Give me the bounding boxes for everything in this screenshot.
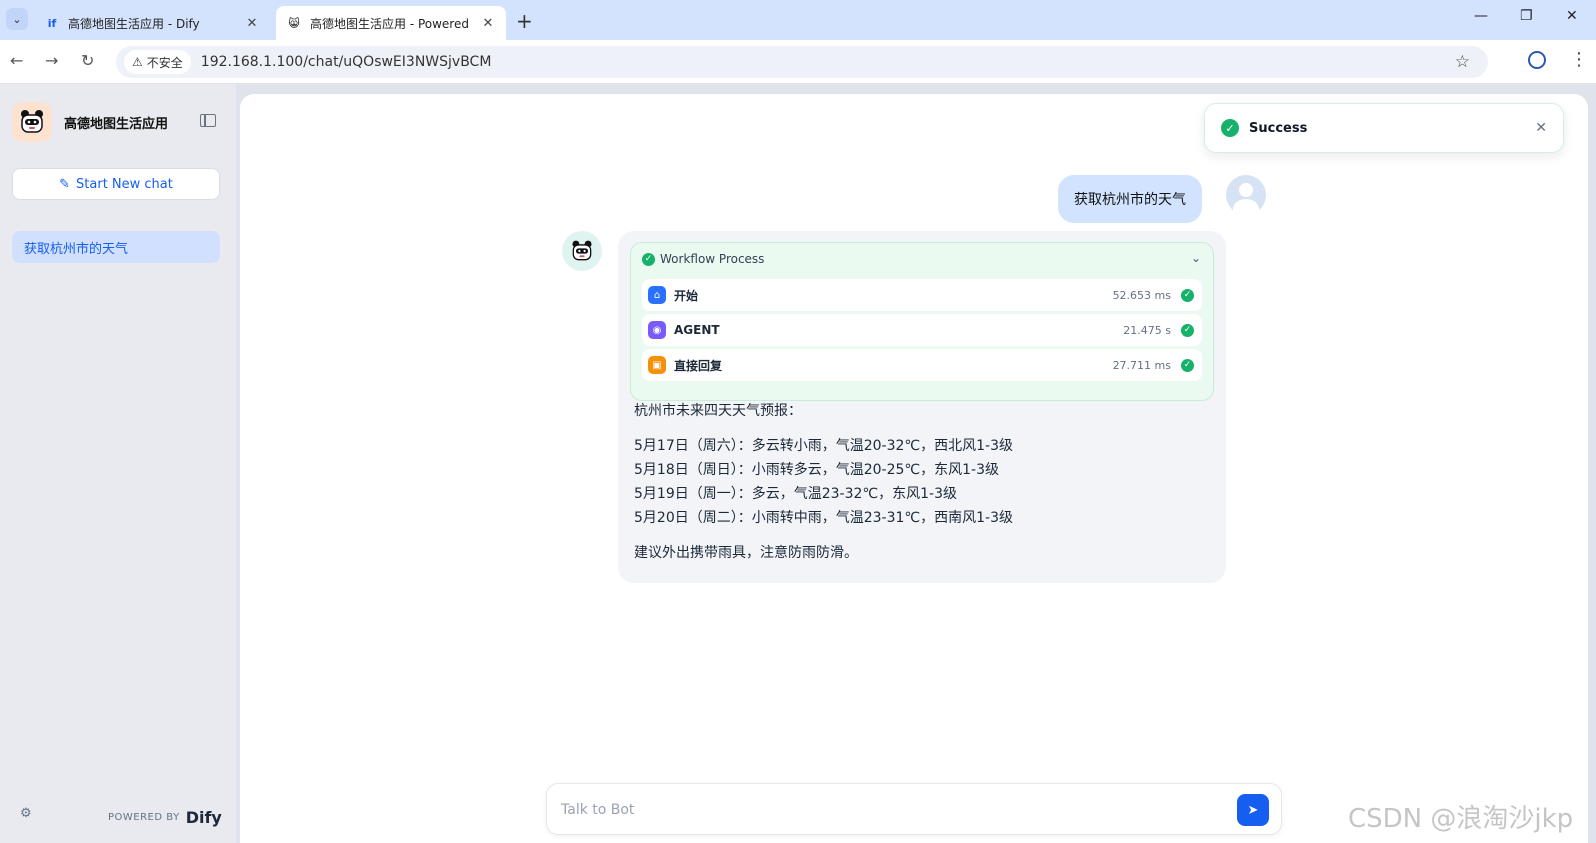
window-restore-icon[interactable]: ❐: [1520, 8, 1533, 24]
workflow-node-start[interactable]: ⌂ 开始 52.653 ms ✓: [642, 279, 1202, 311]
kebab-menu-icon[interactable]: ⋮: [1570, 49, 1588, 70]
forecast-line: 5月20日（周二）：小雨转中雨，气温23-31℃，西南风1-3级: [634, 510, 1013, 526]
watermark: CSDN @浪淘沙jkp: [1348, 804, 1574, 834]
check-circle-icon: ✓: [642, 252, 655, 266]
new-chat-label: Start New chat: [76, 176, 173, 192]
reply-icon: ▣: [648, 356, 666, 374]
tab-close-icon[interactable]: ✕: [244, 16, 260, 31]
forward-icon[interactable]: →: [45, 51, 58, 70]
window-minimize-icon[interactable]: —: [1474, 8, 1488, 24]
powered-by: POWERED BY Dify: [108, 808, 222, 827]
conversation-label: 获取杭州市的天气: [24, 241, 129, 257]
forecast-line: 5月19日（周一）：多云，气温23-32℃，东风1-3级: [634, 486, 957, 502]
conversation-item[interactable]: 获取杭州市的天气: [12, 231, 220, 263]
send-button[interactable]: ➤: [1237, 794, 1269, 826]
chat-input[interactable]: [561, 798, 1201, 822]
tab-title: 高德地图生活应用 - Powered: [310, 16, 469, 31]
robot-panda-icon: [21, 110, 43, 133]
reload-icon[interactable]: ↻: [81, 51, 94, 70]
bot-message-card: ✓ Workflow Process ⌄ ⌂ 开始 52.653 ms ✓ ◉ …: [618, 231, 1226, 583]
bot-avatar: [562, 231, 602, 271]
forecast-line: 5月18日（周日）：小雨转多云，气温20-25℃，东风1-3级: [634, 462, 999, 478]
browser-tab-dify[interactable]: if 高德地图生活应用 - Dify ✕: [34, 6, 270, 40]
workflow-title: Workflow Process: [660, 252, 765, 266]
workflow-header[interactable]: ✓ Workflow Process: [642, 252, 764, 266]
star-icon[interactable]: ☆: [1455, 52, 1470, 72]
browser-toolbar: ← → ↻ ⚠ 不安全 192.168.1.100/chat/uQOswEI3N…: [0, 40, 1596, 84]
dify-favicon-icon: if: [47, 16, 57, 30]
node-time: 21.475 s: [1123, 323, 1171, 337]
edit-icon: ✎: [59, 176, 71, 192]
chat-input-box: ➤: [546, 783, 1282, 835]
success-check-icon: ✓: [1221, 119, 1239, 137]
workflow-node-agent[interactable]: ◉ AGENT 21.475 s ✓: [642, 314, 1202, 346]
tab-search-chevron-icon[interactable]: ⌄: [6, 8, 28, 30]
bot-answer: 杭州市未来四天天气预报： 5月17日（周六）：多云转小雨，气温20-32℃，西北…: [634, 399, 1214, 565]
back-icon[interactable]: ←: [10, 51, 23, 70]
node-name: 直接回复: [674, 358, 723, 373]
node-time: 27.711 ms: [1112, 358, 1171, 372]
check-circle-icon: ✓: [1181, 358, 1194, 372]
user-avatar: [1226, 175, 1266, 215]
toast-text: Success: [1249, 120, 1308, 136]
toast-close-icon[interactable]: ✕: [1535, 120, 1547, 136]
settings-sliders-icon[interactable]: ⚙: [20, 806, 32, 821]
dify-brand-logo: Dify: [185, 808, 222, 827]
workflow-node-reply[interactable]: ▣ 直接回复 27.711 ms ✓: [642, 349, 1202, 381]
window-close-icon[interactable]: ✕: [1566, 8, 1578, 24]
success-toast: ✓ Success ✕: [1204, 103, 1564, 153]
url-text[interactable]: 192.168.1.100/chat/uQOswEI3NWSjvBCM: [201, 54, 492, 70]
home-icon: ⌂: [648, 286, 666, 304]
address-bar[interactable]: ⚠ 不安全 192.168.1.100/chat/uQOswEI3NWSjvBC…: [116, 46, 1488, 78]
user-message-bubble: 获取杭州市的天气: [1058, 175, 1202, 223]
check-circle-icon: ✓: [1181, 288, 1194, 302]
robot-panda-icon: [572, 240, 592, 261]
answer-advice: 建议外出携带雨具，注意防雨防滑。: [634, 545, 858, 561]
bot-favicon-icon: 😸: [288, 16, 300, 30]
security-label: 不安全: [146, 55, 183, 70]
answer-intro: 杭州市未来四天天气预报：: [634, 403, 802, 419]
app-logo: [12, 102, 52, 142]
powered-by-label: POWERED BY: [108, 812, 180, 823]
agent-icon: ◉: [648, 321, 666, 339]
forecast-line: 5月17日（周六）：多云转小雨，气温20-32℃，西北风1-3级: [634, 438, 1013, 454]
check-circle-icon: ✓: [1181, 323, 1194, 337]
security-chip[interactable]: ⚠ 不安全: [124, 50, 191, 74]
browser-tab-bar: ⌄ if 高德地图生活应用 - Dify ✕ 😸 高德地图生活应用 - Powe…: [0, 0, 1596, 40]
sidebar-collapse-icon[interactable]: [200, 114, 216, 127]
send-icon: ➤: [1247, 802, 1259, 818]
node-time: 52.653 ms: [1112, 288, 1171, 302]
sidebar: 高德地图生活应用 ✎ Start New chat 获取杭州市的天气 ⚙ POW…: [0, 84, 236, 843]
tab-close-icon[interactable]: ✕: [480, 16, 496, 31]
profile-icon[interactable]: [1528, 51, 1546, 69]
chevron-down-icon[interactable]: ⌄: [1191, 251, 1201, 265]
tab-title: 高德地图生活应用 - Dify: [68, 16, 200, 31]
warning-icon: ⚠: [132, 55, 143, 69]
workflow-process-panel: ✓ Workflow Process ⌄ ⌂ 开始 52.653 ms ✓ ◉ …: [630, 242, 1214, 401]
new-tab-plus-icon[interactable]: +: [516, 9, 533, 33]
start-new-chat-button[interactable]: ✎ Start New chat: [12, 168, 220, 200]
app-name: 高德地图生活应用: [64, 117, 169, 132]
user-message-text: 获取杭州市的天气: [1074, 192, 1186, 208]
node-name: 开始: [674, 288, 699, 303]
node-name: AGENT: [674, 323, 720, 337]
browser-tab-active[interactable]: 😸 高德地图生活应用 - Powered ✕: [276, 6, 506, 40]
